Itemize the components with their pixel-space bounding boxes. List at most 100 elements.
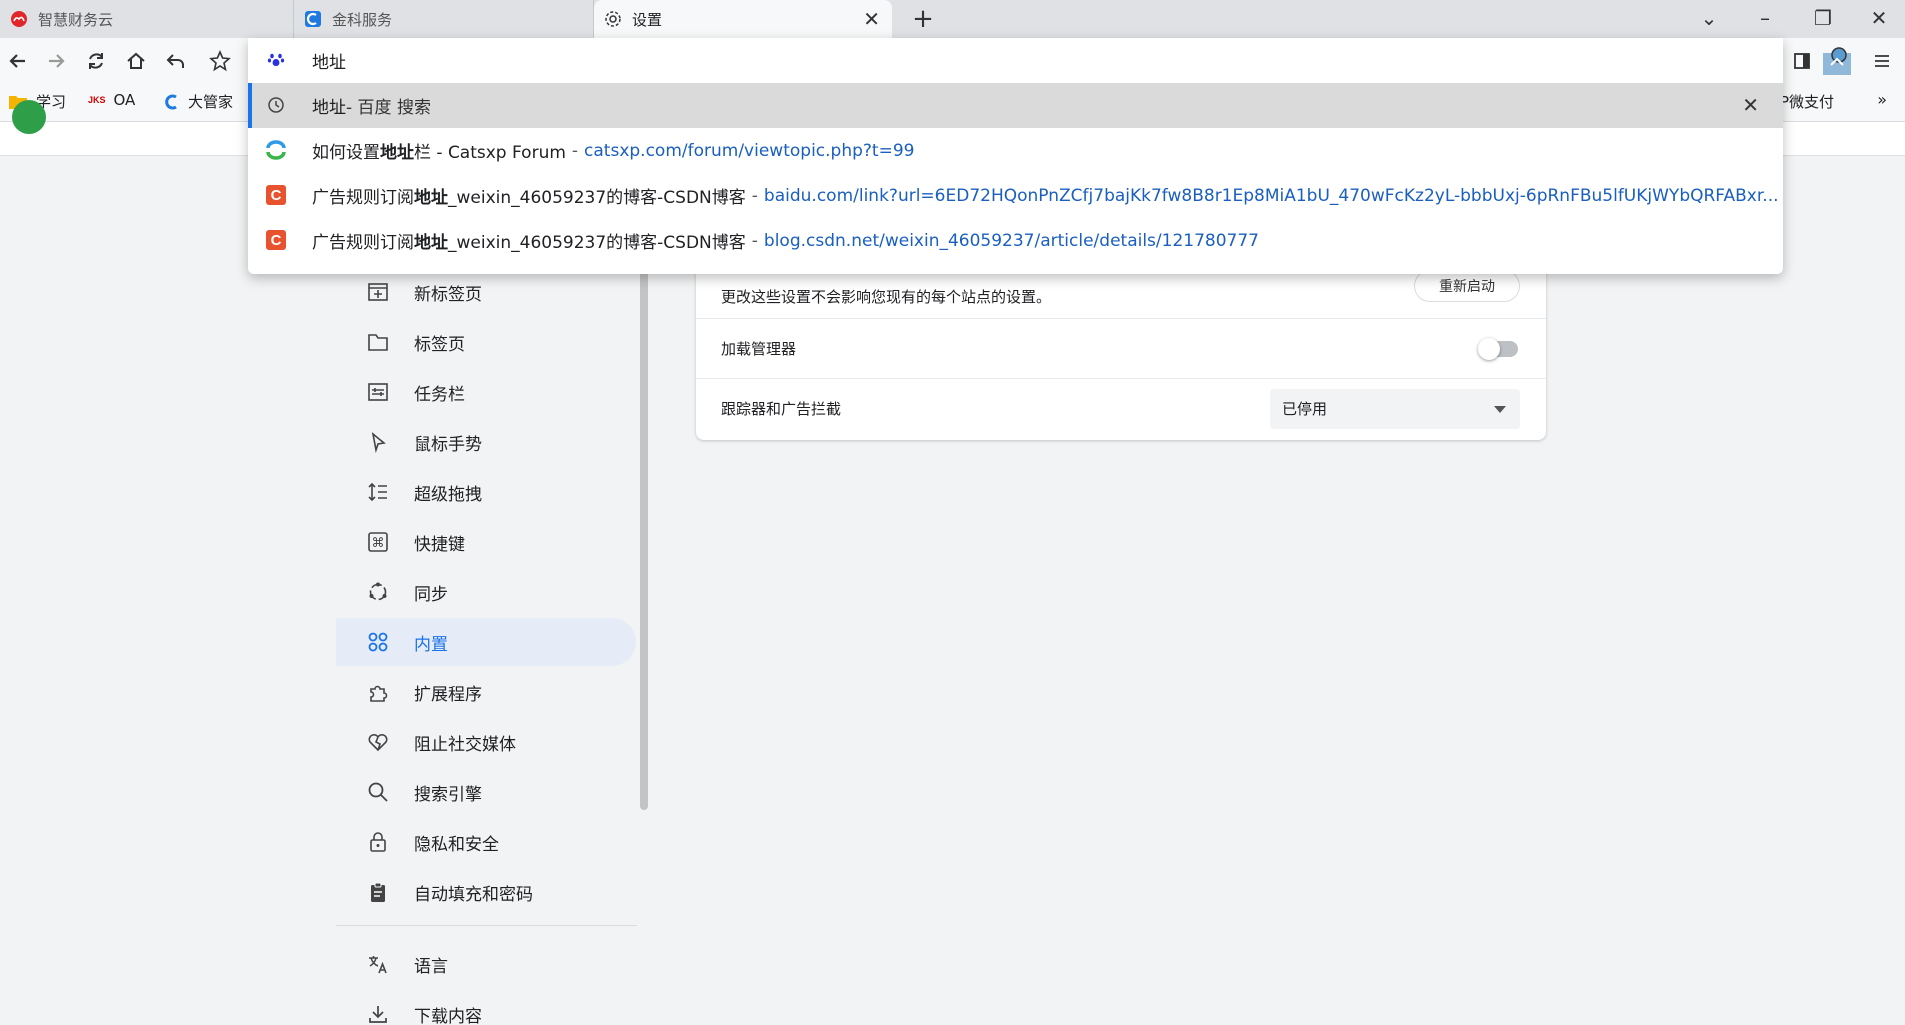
translate-icon <box>366 952 390 976</box>
tab-jinke[interactable]: 金科服务 <box>294 0 594 38</box>
gear-icon <box>604 10 622 28</box>
suggestion-prefix: 广告规则订阅 <box>312 188 414 208</box>
suggestion-highlight: 地址 <box>414 233 448 253</box>
omnibox-dropdown: 地址 地址 - 百度 搜索 ✕ 如何设置 地址栏 - Catsxp Forum -… <box>248 38 1783 274</box>
sidebar-divider <box>336 925 640 926</box>
csdn-logo-icon: C <box>266 230 286 250</box>
restore-button[interactable]: ❐ <box>1808 6 1838 30</box>
close-window-button[interactable]: ✕ <box>1864 6 1894 30</box>
sidebar-item-tabs[interactable]: 标签页 <box>336 318 636 366</box>
bookmark-daguanjia[interactable]: 大管家 <box>162 91 233 112</box>
forward-icon[interactable] <box>42 47 70 75</box>
download-manager-row: 加载管理器 <box>696 318 1546 378</box>
bookmarks-more-button[interactable]: » <box>1877 90 1887 109</box>
dropdown-arrow-icon <box>1494 405 1506 413</box>
omnibox-suggestion[interactable]: 地址 - 百度 搜索 ✕ <box>248 83 1783 128</box>
bookmark-payment[interactable]: P微支付 <box>1780 91 1834 112</box>
catsxp-logo-icon <box>266 140 286 160</box>
command-key-icon: ⌘ <box>366 530 390 554</box>
sidepanel-icon[interactable] <box>1788 47 1816 75</box>
tab-settings[interactable]: 设置 ✕ <box>594 0 892 38</box>
sidebar-scrollbar-thumb[interactable] <box>640 270 648 810</box>
bookmark-oa[interactable]: JKS OA <box>88 91 135 109</box>
settings-description: 更改这些设置不会影响您现有的每个站点的设置。 <box>721 287 1052 306</box>
new-tab-button[interactable]: + <box>908 4 938 34</box>
sidebar-item-label: 标签页 <box>414 334 465 355</box>
sidebar-item-new-tab[interactable]: 新标签页 <box>336 268 636 316</box>
star-icon[interactable] <box>206 47 234 75</box>
sync-icon <box>366 580 390 604</box>
heart-broken-icon <box>366 730 390 754</box>
tracker-select[interactable]: 已停用 <box>1270 388 1520 429</box>
sidebar-item-downloads[interactable]: 下载内容 <box>336 990 636 1025</box>
sidebar-item-sync[interactable]: 同步 <box>336 568 636 616</box>
sidebar-item-taskbar[interactable]: 任务栏 <box>336 368 636 416</box>
tracker-row: 跟踪器和广告拦截 已停用 <box>696 378 1546 438</box>
tab-label: 金科服务 <box>332 10 393 29</box>
download-icon <box>366 1002 390 1025</box>
suggestion-prefix: 如何设置 <box>312 143 380 163</box>
sidebar-item-label: 隐私和安全 <box>414 834 499 855</box>
download-manager-toggle[interactable] <box>1478 337 1518 360</box>
suggestion-url: catsxp.com/forum/viewtopic.php?t=99 <box>584 140 915 161</box>
extension-icon[interactable] <box>1820 44 1854 78</box>
sidebar-item-search-engine[interactable]: 搜索引擎 <box>336 768 636 816</box>
puzzle-icon <box>366 680 390 704</box>
sidebar-item-label: 同步 <box>414 584 448 605</box>
lock-icon <box>366 830 390 854</box>
undo-icon[interactable] <box>162 47 190 75</box>
tab-list-chevron-icon[interactable]: ⌄ <box>1694 6 1724 30</box>
omnibox-suggestion[interactable]: C 广告规则订阅 地址 _weixin_46059237的博客-CSDN博客 - b… <box>248 173 1783 218</box>
suggestion-url: baidu.com/link?url=6ED72HQonPnZCfj7bajKk… <box>763 185 1779 206</box>
minimize-button[interactable]: – <box>1750 6 1780 30</box>
home-icon[interactable] <box>122 47 150 75</box>
csdn-logo-icon: C <box>266 185 286 205</box>
clipboard-icon <box>366 880 390 904</box>
suggestion-title: _weixin_46059237的博客-CSDN博客 <box>448 188 746 208</box>
bookmark-label: P微支付 <box>1780 93 1835 111</box>
address-bar-input[interactable]: 地址 <box>248 38 1783 83</box>
tab-strip: 智慧财务云 金科服务 设置 ✕ + ⌄ – ❐ ✕ <box>0 0 1905 38</box>
sidebar-item-extensions[interactable]: 扩展程序 <box>336 668 636 716</box>
suggestion-separator: - <box>751 230 758 251</box>
menu-icon[interactable] <box>1868 47 1896 75</box>
sidebar-item-label: 扩展程序 <box>414 684 482 705</box>
back-icon[interactable] <box>4 47 32 75</box>
new-tab-icon <box>366 280 390 304</box>
sidebar-item-language[interactable]: 语言 <box>336 940 636 988</box>
sidebar-item-label: 新标签页 <box>414 284 482 305</box>
sidebar-item-shortcuts[interactable]: ⌘ 快捷键 <box>336 518 636 566</box>
builtin-icon <box>366 630 390 654</box>
tracker-label: 跟踪器和广告拦截 <box>721 400 842 418</box>
sidebar-item-mouse-gestures[interactable]: 鼠标手势 <box>336 418 636 466</box>
drag-icon <box>366 480 390 504</box>
tab-label: 智慧财务云 <box>38 10 114 29</box>
sidebar-item-autofill[interactable]: 自动填充和密码 <box>336 868 636 916</box>
sidebar-item-super-drag[interactable]: 超级拖拽 <box>336 468 636 516</box>
sidebar-item-privacy[interactable]: 隐私和安全 <box>336 818 636 866</box>
suggestion-prefix: 广告规则订阅 <box>312 233 414 253</box>
suggestion-url: blog.csdn.net/weixin_46059237/article/de… <box>763 230 1259 251</box>
sidebar-item-label: 自动填充和密码 <box>414 884 533 905</box>
kingdee-logo-icon <box>304 10 322 28</box>
omnibox-suggestion[interactable]: C 广告规则订阅 地址 _weixin_46059237的博客-CSDN博客 - b… <box>248 218 1783 263</box>
sidebar-item-builtin[interactable]: 内置 <box>336 618 636 666</box>
taskbar-icon <box>366 380 390 404</box>
history-icon <box>266 95 286 115</box>
close-tab-icon[interactable]: ✕ <box>863 7 880 31</box>
suggestion-highlight: 地址 <box>414 188 448 208</box>
sidebar-item-label: 内置 <box>414 634 448 655</box>
tab-zhihui[interactable]: 智慧财务云 <box>0 0 294 38</box>
sidebar-item-label: 超级拖拽 <box>414 484 482 505</box>
suggestion-separator: - <box>571 140 579 161</box>
omnibox-suggestion[interactable]: 如何设置 地址栏 - Catsxp Forum - catsxp.com/foru… <box>248 128 1783 173</box>
reload-icon[interactable] <box>82 47 110 75</box>
svg-text:⌘: ⌘ <box>372 536 385 551</box>
search-icon <box>366 780 390 804</box>
remove-suggestion-icon[interactable]: ✕ <box>1742 93 1759 117</box>
sidebar-item-label: 语言 <box>414 956 448 977</box>
sidebar-item-block-social[interactable]: 阻止社交媒体 <box>336 718 636 766</box>
restart-button[interactable]: 重新启动 <box>1414 270 1520 302</box>
suggestion-highlight: 地址 <box>380 143 414 163</box>
bookmark-label: 大管家 <box>188 93 234 111</box>
